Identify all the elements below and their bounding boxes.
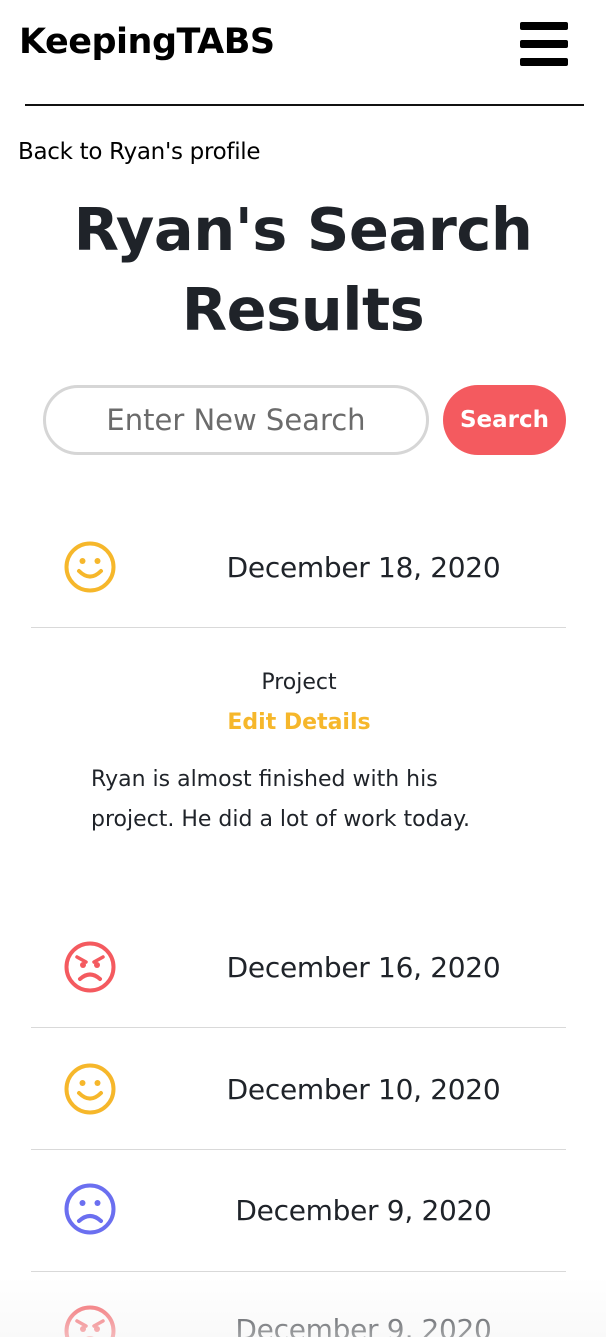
result-date: December 10, 2020 <box>226 1073 501 1106</box>
result-details: Project Edit Details Ryan is almost fini… <box>0 628 606 918</box>
detail-category: Project <box>261 670 337 695</box>
hamburger-menu-icon[interactable] <box>520 22 568 66</box>
search-input[interactable] <box>43 385 429 455</box>
result-row[interactable]: December 16, 2020 <box>31 906 566 1028</box>
back-to-profile-link[interactable]: Back to Ryan's profile <box>18 139 261 165</box>
header: KeepingTABS <box>0 0 606 106</box>
result-row[interactable]: December 10, 2020 <box>31 1028 566 1150</box>
smiley-face-icon <box>64 1063 116 1115</box>
result-date: December 18, 2020 <box>226 551 501 584</box>
sad-face-icon <box>64 1183 116 1235</box>
search-button[interactable]: Search <box>443 385 566 455</box>
result-date: December 9, 2020 <box>235 1194 492 1227</box>
page: KeepingTABS Back to Ryan's profile Ryan'… <box>0 0 606 1337</box>
edit-details-link[interactable]: Edit Details <box>0 710 598 735</box>
brand-logo[interactable]: KeepingTABS <box>19 22 275 62</box>
detail-note: Ryan is almost finished with his project… <box>91 767 470 832</box>
page-title: Ryan's Search Results <box>73 195 533 344</box>
angry-face-icon <box>64 941 116 993</box>
result-row[interactable]: December 9, 2020 <box>31 1272 566 1337</box>
result-date: December 9, 2020 <box>235 1313 492 1337</box>
result-row[interactable]: December 18, 2020 <box>31 506 566 628</box>
smiley-face-icon <box>64 541 116 593</box>
result-row[interactable]: December 9, 2020 <box>31 1150 566 1272</box>
result-date: December 16, 2020 <box>226 951 501 984</box>
angry-face-icon <box>64 1305 116 1337</box>
header-divider <box>25 104 584 106</box>
